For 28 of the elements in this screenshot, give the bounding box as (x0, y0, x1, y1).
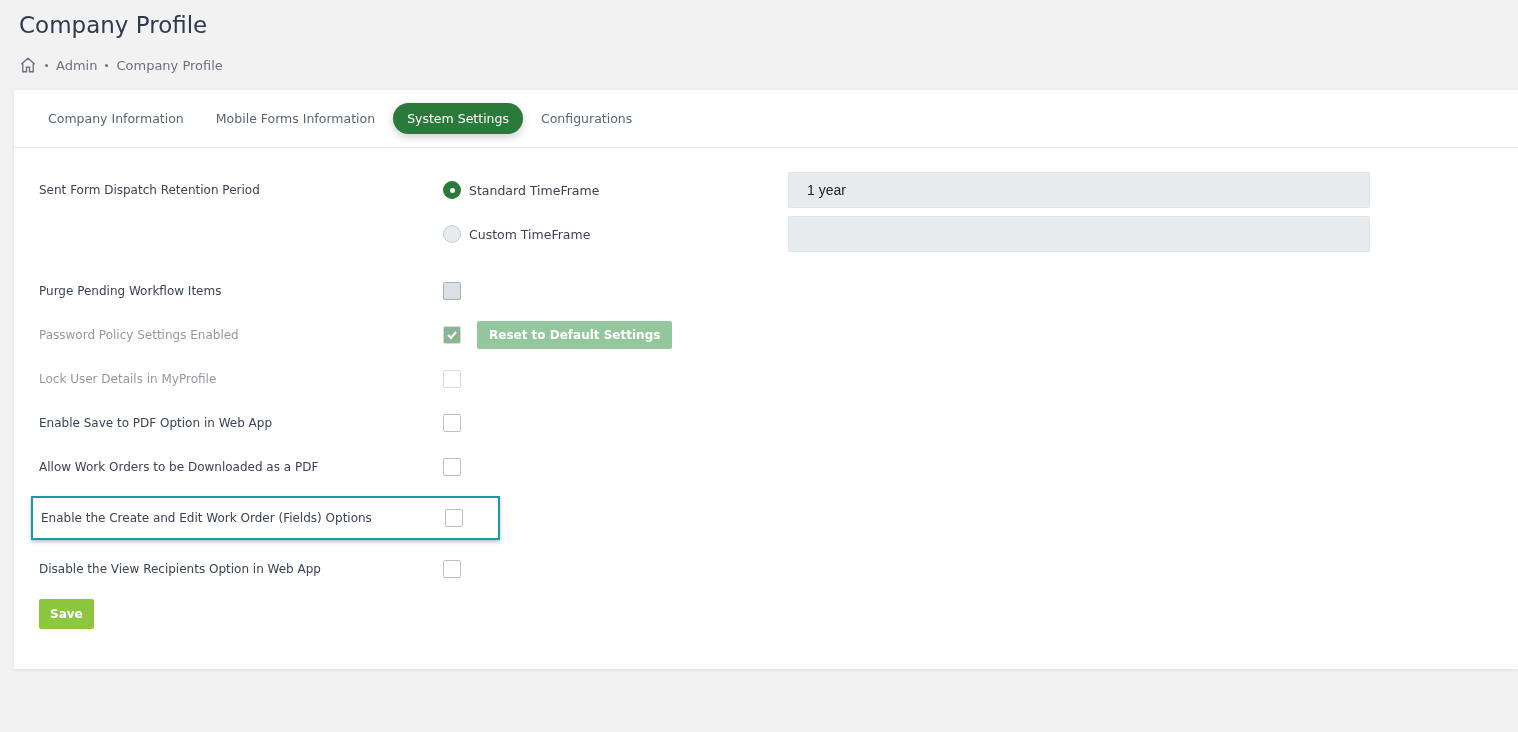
timeframe-field[interactable]: 1 year (788, 172, 1370, 208)
checkbox[interactable] (443, 458, 461, 476)
setting-label: Sent Form Dispatch Retention Period (39, 183, 261, 197)
home-icon[interactable] (19, 56, 37, 74)
radio-button[interactable] (443, 181, 461, 199)
checkbox[interactable] (443, 560, 461, 578)
checkbox[interactable] (443, 326, 461, 344)
tab[interactable]: Configurations (527, 103, 647, 134)
setting-label: Enable the Create and Edit Work Order (Fields) Options (41, 511, 373, 525)
checkbox[interactable] (445, 509, 463, 527)
radio-label: Standard TimeFrame (469, 182, 600, 198)
tab[interactable]: System Settings (393, 103, 523, 134)
check-icon (446, 329, 458, 341)
setting-label: Password Policy Settings Enabled (39, 328, 240, 342)
checkbox[interactable] (443, 414, 461, 432)
checkbox[interactable] (443, 370, 461, 388)
setting-label: Lock User Details in MyProfile (39, 372, 218, 386)
radio-label: Custom TimeFrame (469, 226, 591, 242)
breadcrumb-link[interactable]: Company Profile (116, 57, 223, 73)
breadcrumb-link[interactable]: Admin (56, 57, 98, 73)
setting-label: Allow Work Orders to be Downloaded as a PDF (39, 460, 320, 474)
tab[interactable]: Company Information (34, 103, 198, 134)
setting-label: Enable Save to PDF Option in Web App (39, 416, 274, 430)
timeframe-field[interactable] (788, 216, 1370, 252)
setting-label: Purge Pending Workflow Items (39, 284, 223, 298)
setting-label: Disable the View Recipients Option in Web App (39, 562, 322, 576)
tab[interactable]: Mobile Forms Information (201, 103, 390, 134)
page-title: Company Profile (19, 12, 209, 38)
